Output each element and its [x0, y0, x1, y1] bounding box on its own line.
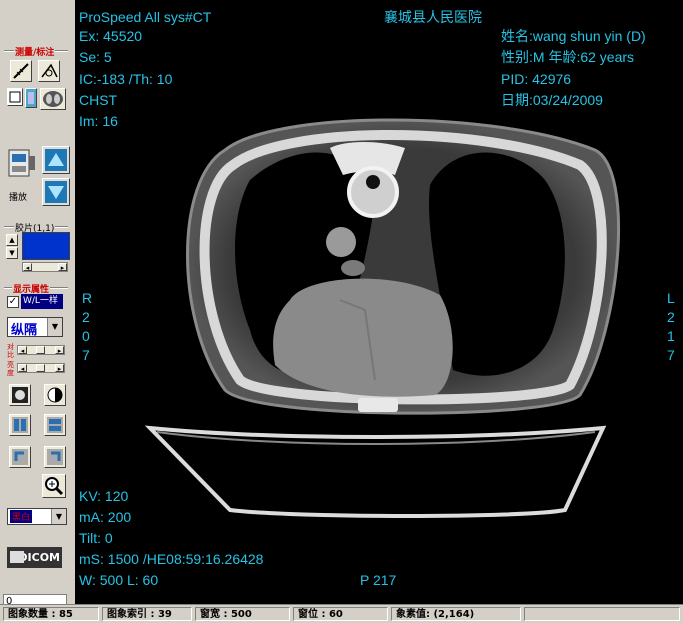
dicom-icon: [10, 551, 24, 563]
ma-value: mA: 200: [79, 509, 132, 525]
sync-wl-checkbox[interactable]: ✓: [7, 296, 19, 308]
rectangle-icon: [9, 91, 21, 103]
measure-group-title: 测量/标注: [14, 45, 56, 58]
preset-select[interactable]: 纵隔 ▼: [7, 317, 63, 338]
ct-slice-image: [144, 118, 621, 518]
angle-icon: [41, 63, 58, 78]
tilt-value: Tilt: 0: [79, 530, 113, 546]
status-bar: 图象数量 : 85 图象索引 : 39 窗宽 : 500 窗位 : 60 象素值…: [0, 604, 683, 623]
status-window-level: 窗位 : 60: [293, 607, 388, 621]
left-marker-digit: 0: [82, 328, 90, 344]
zoom-button[interactable]: [42, 474, 66, 498]
patient-id: PID: 42976: [501, 71, 572, 87]
contrast-slider[interactable]: ◂ ▸: [17, 345, 65, 355]
patient-name: 姓名:wang shun yin (D): [501, 28, 646, 44]
left-marker-r: R: [82, 290, 93, 306]
status-window-width: 窗宽 : 500: [195, 607, 290, 621]
film-layout-preview[interactable]: [22, 232, 70, 260]
color-map-value: 黑白: [10, 510, 33, 523]
right-marker-l: L: [667, 290, 675, 306]
chevron-down-icon[interactable]: ▼: [47, 318, 62, 336]
image-number: Im: 16: [79, 113, 118, 129]
rectangle-tool-button[interactable]: [7, 88, 23, 106]
angle-tool-button[interactable]: [38, 60, 60, 82]
film-reel-icon: [8, 149, 35, 177]
previous-image-button[interactable]: [42, 146, 70, 174]
next-image-button[interactable]: [42, 178, 70, 206]
rotate-right-icon: [47, 449, 63, 465]
play-label: 播放: [9, 193, 28, 203]
hospital-name: 襄城县人民医院: [384, 9, 482, 25]
right-marker-digit: 1: [667, 328, 675, 344]
half-circle-icon: [47, 387, 63, 403]
scroll-left-icon[interactable]: ◂: [23, 263, 32, 272]
status-image-count: 图象数量 : 85: [3, 607, 99, 621]
dicom-label: DICOM: [18, 551, 60, 564]
brightness-slider[interactable]: ◂ ▸: [17, 363, 65, 373]
contrast-thumb[interactable]: [36, 346, 45, 354]
chest-view-button[interactable]: [40, 88, 66, 110]
color-map-select[interactable]: 黑白 ▼: [7, 508, 67, 525]
scroll-right-icon[interactable]: ▸: [58, 263, 67, 272]
film-spin-down[interactable]: ▼: [6, 247, 18, 259]
exam-number: Ex: 45520: [79, 28, 143, 44]
left-marker-digit: 7: [82, 347, 90, 363]
invert-button[interactable]: [9, 384, 31, 406]
rotate-right-button[interactable]: [44, 446, 66, 468]
brightness-increase-icon[interactable]: ▸: [55, 364, 64, 373]
ruler-tool-button[interactable]: [10, 60, 32, 82]
body-region: CHST: [79, 92, 118, 108]
status-image-index: 图象索引 : 39: [102, 607, 192, 621]
preset-select-value: 纵隔: [11, 323, 38, 338]
invert-icon: [12, 387, 28, 403]
study-date: 日期:03/24/2009: [501, 92, 603, 108]
roi-tool-button[interactable]: [25, 88, 37, 108]
zoom-in-icon: [45, 477, 64, 496]
dicom-button[interactable]: DICOM: [7, 547, 62, 568]
ruler-icon: [13, 63, 29, 79]
header-line-1: ProSpeed All sys#CT: [79, 9, 212, 25]
brightness-decrease-icon[interactable]: ◂: [18, 364, 27, 373]
chest-xray-icon: [43, 91, 63, 107]
image-center-thickness: IC:-183 /Th: 10: [79, 71, 173, 87]
left-marker-digit: 2: [82, 309, 90, 325]
down-arrow-icon: [45, 181, 67, 203]
up-arrow-icon: [45, 149, 67, 171]
contrast-label: 对比: [7, 343, 14, 359]
roi-icon: [28, 92, 34, 104]
window-level-value: W: 500 L: 60: [79, 572, 159, 588]
right-marker-digit: 2: [667, 309, 675, 325]
series-number: Se: 5: [79, 49, 112, 65]
brightness-thumb[interactable]: [36, 364, 45, 372]
slice-position: P 217: [360, 572, 397, 588]
contrast-decrease-icon[interactable]: ◂: [18, 346, 27, 355]
patient-sex-age: 性别:M 年龄:62 years: [501, 49, 635, 65]
ct-image-viewer[interactable]: ProSpeed All sys#CT Ex: 45520 Se: 5 IC:-…: [75, 0, 683, 604]
brightness-label: 亮度: [7, 361, 14, 377]
status-empty-panel: [524, 607, 680, 621]
contrast-increase-icon[interactable]: ▸: [55, 346, 64, 355]
sync-wl-label: W/L一样: [21, 294, 63, 309]
flip-vertical-button[interactable]: [44, 414, 66, 436]
chevron-down-icon[interactable]: ▼: [51, 509, 66, 524]
right-marker-digit: 7: [667, 347, 675, 363]
status-pixel-value: 象素值: (2,164): [391, 607, 521, 621]
play-button[interactable]: 播放: [7, 146, 37, 204]
film-spin-up[interactable]: ▲: [6, 234, 18, 246]
film-scrollbar[interactable]: ◂ ▸: [22, 262, 68, 272]
rotate-left-button[interactable]: [9, 446, 31, 468]
rotate-left-icon: [12, 449, 28, 465]
flip-horizontal-button[interactable]: [9, 414, 31, 436]
flip-horizontal-icon: [12, 417, 28, 433]
flip-vertical-icon: [47, 417, 63, 433]
left-toolbar: 测量/标注 播放 胶片(1,1) ▲ ▼ ◂ ▸ 显示属性 ✓ W/L一样 纵隔…: [0, 0, 76, 610]
ms-time-value: mS: 1500 /HE08:59:16.26428: [79, 551, 264, 567]
contrast-toggle-button[interactable]: [44, 384, 66, 406]
kv-value: KV: 120: [79, 488, 129, 504]
